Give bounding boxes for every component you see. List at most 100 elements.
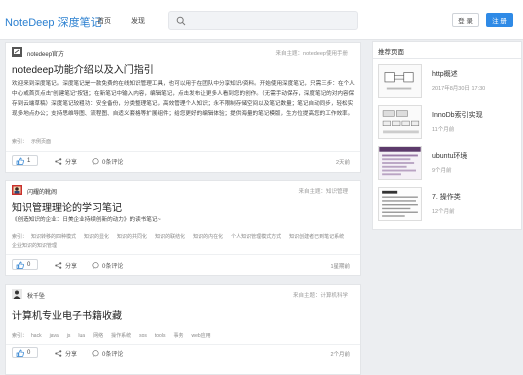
post-card: 闪耀的靴闹 来自主题：知识管理 知识管理理论的学习笔记 《创造知识的企业：日美企… — [5, 180, 361, 276]
avatar[interactable] — [12, 185, 22, 195]
post-tags: 索引： 示例页面 — [12, 138, 59, 145]
post-tags: 索引： 知识转移的四种模式 知识的显化 知识的共同化 知识的联结化 知识的内在化 个人知识管… — [12, 233, 357, 251]
tag[interactable]: 网络 — [93, 333, 103, 339]
thumbs-up-icon — [16, 349, 24, 357]
tag[interactable]: 个人知识管理模式方式 — [231, 234, 281, 240]
tag[interactable]: 企业知识的知识管理 — [12, 243, 57, 249]
nav-home[interactable]: 首页 — [97, 16, 111, 26]
recommended-pages-panel: 推荐页面 http概述 2017年8月30日 17:30 InnoDb索引实现 … — [372, 41, 522, 230]
tag[interactable]: js — [67, 333, 71, 339]
post-excerpt: 欢迎来到深度笔记。深度笔记是一款免费的在线知识管理工具，也可以用于在团队中分享知… — [12, 81, 355, 117]
post-card: 秋千坠 来自主题：计算机科学 计算机专业电子书籍收藏 索引： hack java js… — [5, 284, 361, 375]
page-thumbnail[interactable] — [378, 187, 422, 221]
comment-count: 0条评论 — [102, 160, 124, 166]
author-name[interactable]: 闪耀的靴闹 — [27, 187, 57, 196]
recommended-time: 12个月前 — [432, 209, 455, 215]
register-button[interactable]: 注 册 — [486, 13, 513, 27]
card-divider — [6, 344, 360, 345]
post-source[interactable]: 来自主题：知识管理 — [298, 187, 348, 195]
tag[interactable]: 知识的内在化 — [193, 234, 223, 240]
recommended-item[interactable]: 7. 操作类 12个月前 — [378, 187, 519, 223]
post-source[interactable]: 来自主题：计算机科学 — [293, 291, 348, 299]
recommended-title[interactable]: http概述 — [432, 69, 458, 79]
post-tags: 索引： hack java js lua 网络 操作系统 sos tools 事务 web应用 — [12, 332, 219, 339]
tag[interactable]: java — [50, 333, 59, 339]
share-icon — [55, 350, 62, 357]
share-label: 分享 — [65, 352, 78, 358]
thumbs-up-icon — [16, 157, 24, 165]
tag[interactable]: 示例页面 — [31, 139, 51, 145]
share-icon — [55, 158, 62, 165]
like-count: 0 — [27, 349, 31, 356]
post-title[interactable]: notedeep功能介绍以及入门指引 — [12, 61, 154, 76]
login-button[interactable]: 登 录 — [452, 13, 479, 27]
page-thumbnail[interactable] — [378, 64, 422, 98]
comment-icon — [92, 158, 99, 165]
sidebar-title: 推荐页面 — [378, 49, 404, 56]
share-button[interactable]: 分享 — [55, 349, 77, 358]
recommended-title[interactable]: 7. 操作类 — [432, 192, 461, 202]
like-button[interactable]: 0 — [12, 259, 38, 270]
page-thumbnail[interactable] — [378, 146, 422, 180]
search-icon[interactable] — [176, 16, 186, 26]
post-time: 1星期前 — [330, 264, 350, 270]
comment-button[interactable]: 0条评论 — [92, 349, 123, 358]
tag[interactable]: lua — [78, 333, 85, 339]
author-name[interactable]: notedeep官方 — [27, 49, 64, 58]
author-name[interactable]: 秋千坠 — [27, 291, 45, 300]
card-divider — [6, 151, 360, 152]
recommended-title[interactable]: InnoDb索引实现 — [432, 110, 483, 120]
sidebar-divider — [373, 58, 521, 59]
tag[interactable]: 知识转移的四种模式 — [31, 234, 76, 240]
avatar[interactable] — [12, 47, 22, 57]
page-thumbnail[interactable] — [378, 105, 422, 139]
recommended-time: 9个月前 — [432, 168, 452, 174]
tag[interactable]: 事务 — [173, 333, 183, 339]
share-button[interactable]: 分享 — [55, 157, 77, 166]
recommended-item[interactable]: ubuntu环境 9个月前 — [378, 146, 519, 182]
avatar[interactable] — [12, 289, 22, 299]
comment-count: 0条评论 — [102, 352, 124, 358]
share-label: 分享 — [65, 264, 78, 270]
comment-button[interactable]: 0条评论 — [92, 157, 123, 166]
like-count: 1 — [27, 157, 31, 164]
tag[interactable]: sos — [139, 333, 147, 339]
like-count: 0 — [27, 261, 31, 268]
site-logo[interactable]: NoteDeep 深度笔记 — [5, 14, 102, 30]
tag[interactable]: 操作系统 — [111, 333, 131, 339]
comment-button[interactable]: 0条评论 — [92, 261, 123, 270]
nav-discover[interactable]: 发现 — [131, 16, 145, 26]
post-time: 2个月前 — [330, 352, 350, 358]
tag[interactable]: 知识的共同化 — [117, 234, 147, 240]
tag[interactable]: tools — [155, 333, 166, 339]
tags-label: 索引： — [12, 234, 28, 240]
tag[interactable]: 知识创建者已到笔记系统 — [289, 234, 344, 240]
card-divider — [6, 254, 360, 255]
search-input[interactable] — [191, 14, 351, 27]
recommended-time: 11个月前 — [432, 127, 455, 133]
comment-count: 0条评论 — [102, 264, 124, 270]
like-button[interactable]: 0 — [12, 347, 38, 358]
post-title[interactable]: 计算机专业电子书籍收藏 — [12, 307, 122, 322]
share-icon — [55, 262, 62, 269]
share-button[interactable]: 分享 — [55, 261, 77, 270]
comment-icon — [92, 262, 99, 269]
recommended-time: 2017年8月30日 17:30 — [432, 86, 486, 92]
like-button[interactable]: 1 — [12, 155, 38, 166]
recommended-item[interactable]: InnoDb索引实现 11个月前 — [378, 105, 519, 141]
post-time: 2天前 — [335, 160, 350, 166]
top-navigation-bar: NoteDeep 深度笔记 首页 发现 登 录 注 册 — [0, 0, 523, 40]
post-title[interactable]: 知识管理理论的学习笔记 — [12, 199, 122, 214]
post-source[interactable]: 来自主题：notedeep使用手册 — [276, 49, 348, 57]
thumbs-up-icon — [16, 261, 24, 269]
tag[interactable]: 知识的联结化 — [155, 234, 185, 240]
tag[interactable]: web应用 — [191, 333, 210, 339]
post-card: notedeep官方 来自主题：notedeep使用手册 notedeep功能介… — [5, 42, 361, 173]
comment-icon — [92, 350, 99, 357]
tags-label: 索引： — [12, 139, 28, 145]
recommended-title[interactable]: ubuntu环境 — [432, 151, 467, 161]
search-bar[interactable] — [168, 11, 358, 30]
tag[interactable]: hack — [31, 333, 42, 339]
tag[interactable]: 知识的显化 — [84, 234, 109, 240]
recommended-item[interactable]: http概述 2017年8月30日 17:30 — [378, 64, 519, 100]
